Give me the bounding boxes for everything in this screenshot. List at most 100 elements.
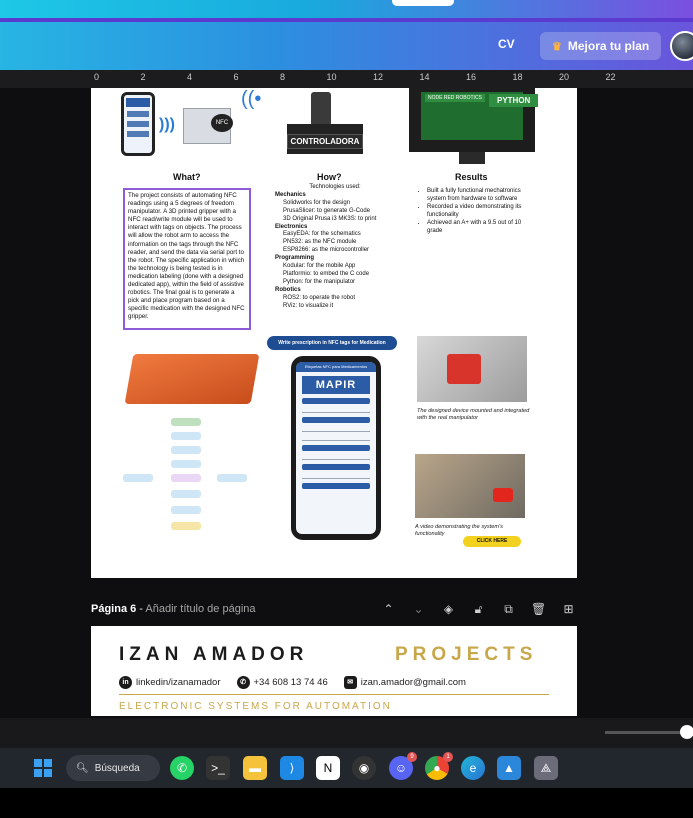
vscode-icon[interactable]: ⟩ <box>280 756 304 780</box>
projects-heading: PROJECTS <box>395 644 538 665</box>
page-5-canvas[interactable]: ))) NFC ((• CONTROLADORA NODE RED ROBOTI… <box>91 88 577 578</box>
discord-icon[interactable]: ☺ 9 <box>389 752 417 780</box>
promo-button[interactable] <box>392 0 454 6</box>
device-photo <box>417 336 527 402</box>
search-icon: 🔍︎ <box>76 762 89 774</box>
vpn-icon[interactable]: ⟁ <box>534 756 558 780</box>
page-number: Página 6 <box>91 603 137 615</box>
whatsapp-icon[interactable]: ✆ <box>170 756 194 780</box>
prescription-banner: Write prescription in NFC tags for Medic… <box>267 336 397 350</box>
flowchart-diagram <box>123 418 247 538</box>
ruler-tick: 4 <box>187 72 193 82</box>
ruler-tick: 0 <box>94 72 100 82</box>
chevron-down-icon[interactable]: ⌄ <box>411 602 426 617</box>
mapir-logo: MAPIR <box>302 376 370 394</box>
node-red-label: NODE RED ROBOTICS <box>425 94 485 102</box>
gripper-3d-image <box>124 354 260 404</box>
chevron-up-icon[interactable]: ⌃ <box>381 602 396 617</box>
ruler-tick: 20 <box>559 72 570 82</box>
page-6-canvas[interactable]: IZAN AMADOR PROJECTS in linkedin/izanama… <box>91 626 577 716</box>
ruler-tick: 12 <box>373 72 384 82</box>
tagline: ELECTRONIC SYSTEMS FOR AUTOMATION <box>119 701 392 712</box>
upgrade-plan-button[interactable]: ♛ Mejora tu plan <box>540 32 662 60</box>
page-6-title[interactable]: Página 6 - Añadir título de página <box>91 603 256 615</box>
file-explorer-icon[interactable]: ▬ <box>243 756 267 780</box>
results-item: Recorded a video demonstrating its funct… <box>427 204 525 220</box>
what-heading: What? <box>173 172 201 182</box>
add-page-title[interactable]: Añadir título de página <box>145 603 255 615</box>
page-6-toolbar: Página 6 - Añadir título de página ⌃ ⌄ ◈… <box>91 600 577 620</box>
wifi-icon: ((• <box>241 88 262 110</box>
what-text-box[interactable]: The project consists of automating NFC r… <box>123 188 251 330</box>
how-section-item: ESP8266: as the microcontroller <box>283 247 370 254</box>
ruler-tick: 10 <box>326 72 337 82</box>
resume-name: IZAN AMADOR <box>119 644 309 665</box>
gold-divider <box>119 694 549 695</box>
how-text: Technologies used: Mechanics Solidworks f… <box>269 184 401 311</box>
email-icon: ✉ <box>343 676 357 689</box>
zoom-slider[interactable] <box>605 731 685 734</box>
how-section-item: PrusaSlicer: to generate G-Code <box>283 207 371 214</box>
results-list: Built a fully functional mechatronics sy… <box>419 188 525 235</box>
how-section-item: EasyEDA: for the schematics <box>283 231 361 238</box>
windows-start-icon[interactable] <box>34 759 52 777</box>
ruler-tick: 22 <box>605 72 616 82</box>
robot-arm-image <box>311 92 331 126</box>
video-thumbnail[interactable] <box>415 454 525 518</box>
zoom-slider-handle[interactable] <box>680 725 693 739</box>
cv-button[interactable]: CV <box>498 37 515 51</box>
search-label: Búsqueda <box>94 762 140 774</box>
controller-label: CONTROLADORA <box>287 134 363 149</box>
taskbar-search[interactable]: 🔍︎ Búsqueda <box>66 755 160 781</box>
terminal-icon[interactable]: >_ <box>206 756 230 780</box>
photos-icon[interactable]: ▲ <box>497 756 521 780</box>
how-intro: Technologies used: <box>309 184 361 190</box>
discord-badge: 9 <box>407 752 417 762</box>
monitor-image: NODE RED ROBOTICS PYTHON <box>409 88 539 152</box>
crown-icon: ♛ <box>552 40 562 53</box>
how-section-item: Platformio: to embed the C code <box>283 270 370 277</box>
how-section-title: Mechanics <box>275 191 306 198</box>
monitor-stand <box>459 152 485 164</box>
ruler-tick: 8 <box>280 72 286 82</box>
linkedin-icon: in <box>119 676 132 689</box>
app-phone-mockup: Etiquetas NFC para Medicamentos MAPIR <box>291 356 381 540</box>
lock-icon[interactable]: 🔓︎ <box>471 602 486 617</box>
chrome-badge: 1 <box>443 752 453 762</box>
results-heading: Results <box>455 172 488 182</box>
how-section-title: Programming <box>275 255 315 262</box>
how-section-item: ROS2: to operate the robot <box>283 294 356 301</box>
email-text: izan.amador@gmail.com <box>360 677 466 688</box>
phone-icon: ✆ <box>236 676 250 689</box>
device-caption: The designed device mounted and integrat… <box>417 408 530 421</box>
chrome-icon[interactable]: ● 1 <box>425 752 453 780</box>
trash-icon[interactable]: 🗑︎ <box>531 602 546 617</box>
ruler-tick: 2 <box>140 72 146 82</box>
duplicate-icon[interactable]: ⧉ <box>501 602 516 617</box>
ruler-tick: 16 <box>466 72 477 82</box>
eye-icon[interactable]: ◈ <box>441 602 456 617</box>
zoom-bar <box>0 718 693 748</box>
screen-bottom-edge <box>0 788 693 818</box>
click-here-button[interactable]: CLICK HERE <box>463 536 521 547</box>
how-section-item: PN532: as the NFC module <box>283 239 357 246</box>
upgrade-plan-label: Mejora tu plan <box>567 39 650 53</box>
how-section-item: RViz: to visualize it <box>283 302 334 309</box>
how-section-title: Robotics <box>275 286 301 293</box>
contact-row: in linkedin/izanamador ✆ +34 608 13 74 4… <box>119 676 559 689</box>
app-title: Etiquetas NFC para Medicamentos <box>296 362 376 372</box>
phone-illustration <box>121 92 155 156</box>
nfc-tag-image: NFC <box>211 114 233 132</box>
promo-banner[interactable] <box>0 0 693 18</box>
add-page-icon[interactable]: ⊞ <box>561 602 576 617</box>
ruler-tick: 18 <box>512 72 523 82</box>
python-label: PYTHON <box>489 94 539 107</box>
results-item: Built a fully functional mechatronics sy… <box>427 188 525 204</box>
edge-icon[interactable]: e <box>461 756 485 780</box>
how-heading: How? <box>317 172 342 182</box>
notion-icon[interactable]: N <box>316 756 340 780</box>
how-section-item: Solidworks for the design <box>283 199 351 206</box>
avatar[interactable] <box>670 31 693 61</box>
results-item: Achieved an A+ with a 9.5 out of 10 grad… <box>427 220 525 236</box>
github-icon[interactable]: ◉ <box>352 756 376 780</box>
